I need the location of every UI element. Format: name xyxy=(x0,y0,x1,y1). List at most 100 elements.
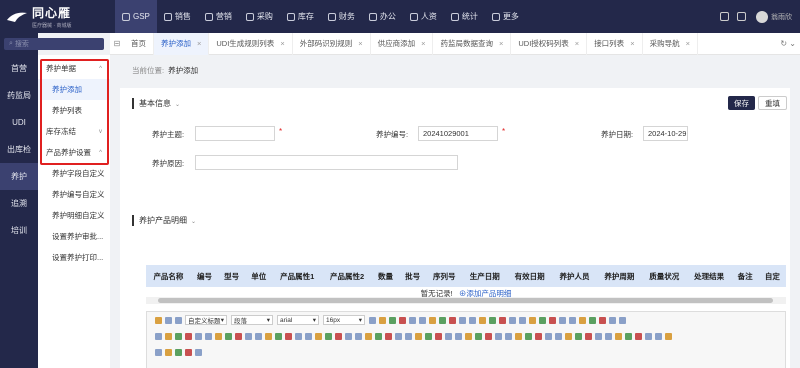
editor-tool-icon[interactable] xyxy=(265,332,272,340)
nav-item-0[interactable]: GSP xyxy=(115,0,157,33)
sidebar-item-4[interactable]: 养护 xyxy=(0,163,38,190)
editor-tool-icon[interactable] xyxy=(385,332,392,340)
close-icon[interactable]: × xyxy=(421,39,425,48)
paragraph-select[interactable]: 段落 ▾ xyxy=(231,315,273,325)
editor-tool-icon[interactable] xyxy=(369,316,376,324)
editor-tool-icon[interactable] xyxy=(235,332,242,340)
date-input[interactable]: 2024-10-29 xyxy=(643,126,688,141)
editor-tool-icon[interactable] xyxy=(175,348,182,356)
editor-tool-icon[interactable] xyxy=(195,332,202,340)
editor-tool-icon[interactable] xyxy=(449,316,456,324)
editor-tool-icon[interactable] xyxy=(275,332,282,340)
editor-tool-icon[interactable] xyxy=(619,316,626,324)
editor-tool-icon[interactable] xyxy=(665,332,672,340)
editor-tool-icon[interactable] xyxy=(185,332,192,340)
editor-tool-icon[interactable] xyxy=(455,332,462,340)
editor-tool-icon[interactable] xyxy=(175,332,182,340)
close-icon[interactable]: × xyxy=(630,39,634,48)
number-input[interactable]: 20241029001 xyxy=(418,126,498,141)
editor-tool-icon[interactable] xyxy=(335,332,342,340)
section-title[interactable]: 基本信息 ⌄ xyxy=(132,98,180,109)
editor-tool-icon[interactable] xyxy=(529,316,536,324)
editor-tool-icon[interactable] xyxy=(165,332,172,340)
tab-2[interactable]: UDI生成规则列表 × xyxy=(209,32,293,55)
editor-tool-icon[interactable] xyxy=(225,332,232,340)
search-input[interactable]: ⌕ 搜索 xyxy=(4,38,104,50)
editor-tool-icon[interactable] xyxy=(605,332,612,340)
tab-0[interactable]: 首页 xyxy=(124,32,154,55)
editor-tool-icon[interactable] xyxy=(155,348,162,356)
editor-tool-icon[interactable] xyxy=(575,332,582,340)
editor-tool-icon[interactable] xyxy=(389,316,396,324)
editor-tool-icon[interactable] xyxy=(479,316,486,324)
close-icon[interactable]: × xyxy=(280,39,284,48)
sidebar-item-1[interactable]: 药监局 xyxy=(0,82,38,109)
submenu-item-5[interactable]: 养护字段自定义 xyxy=(38,163,110,184)
reason-input[interactable] xyxy=(195,155,458,170)
editor-tool-icon[interactable] xyxy=(345,332,352,340)
editor-tool-icon[interactable] xyxy=(495,332,502,340)
sidebar-item-5[interactable]: 追溯 xyxy=(0,190,38,217)
editor-tool-icon[interactable] xyxy=(475,332,482,340)
nav-item-3[interactable]: 采购 xyxy=(239,0,280,33)
editor-tool-icon[interactable] xyxy=(609,316,616,324)
editor-tool-icon[interactable] xyxy=(505,332,512,340)
editor-tool-icon[interactable] xyxy=(545,332,552,340)
editor-tool-icon[interactable] xyxy=(489,316,496,324)
avatar[interactable] xyxy=(756,10,768,23)
editor-tool-icon[interactable] xyxy=(655,332,662,340)
save-button[interactable]: 保存 xyxy=(728,96,755,110)
collapse-icon[interactable]: ⊟ xyxy=(110,39,124,48)
chevron-down-icon[interactable]: ⌄ xyxy=(789,39,796,48)
editor-tool-icon[interactable] xyxy=(485,332,492,340)
editor-tool-icon[interactable] xyxy=(325,332,332,340)
sidebar-item-3[interactable]: 出库检 xyxy=(0,136,38,163)
tab-3[interactable]: 外部码识别规则 × xyxy=(293,32,371,55)
editor-tool-icon[interactable] xyxy=(379,316,386,324)
redo-icon[interactable] xyxy=(175,316,182,324)
editor-tool-icon[interactable] xyxy=(569,316,576,324)
brush-icon[interactable] xyxy=(155,316,162,324)
undo-icon[interactable] xyxy=(165,316,172,324)
editor-tool-icon[interactable] xyxy=(295,332,302,340)
nav-item-7[interactable]: 人资 xyxy=(403,0,444,33)
editor-tool-icon[interactable] xyxy=(595,332,602,340)
editor-tool-icon[interactable] xyxy=(445,332,452,340)
editor-tool-icon[interactable] xyxy=(375,332,382,340)
editor-tool-icon[interactable] xyxy=(245,332,252,340)
editor-tool-icon[interactable] xyxy=(589,316,596,324)
nav-item-5[interactable]: 财务 xyxy=(321,0,362,33)
submenu-item-8[interactable]: 设置养护审批... xyxy=(38,226,110,247)
editor-tool-icon[interactable] xyxy=(539,316,546,324)
editor-tool-icon[interactable] xyxy=(395,332,402,340)
close-icon[interactable]: × xyxy=(197,39,201,48)
tab-1[interactable]: 养护添加 × xyxy=(154,32,210,55)
editor-tool-icon[interactable] xyxy=(535,332,542,340)
editor-tool-icon[interactable] xyxy=(415,332,422,340)
editor-tool-icon[interactable] xyxy=(559,316,566,324)
editor-tool-icon[interactable] xyxy=(305,332,312,340)
close-icon[interactable]: × xyxy=(575,39,579,48)
editor-tool-icon[interactable] xyxy=(515,332,522,340)
editor-tool-icon[interactable] xyxy=(165,348,172,356)
editor-tool-icon[interactable] xyxy=(469,316,476,324)
editor-tool-icon[interactable] xyxy=(215,332,222,340)
editor-tool-icon[interactable] xyxy=(465,332,472,340)
sidebar-item-2[interactable]: UDI xyxy=(0,109,38,136)
editor-tool-icon[interactable] xyxy=(615,332,622,340)
editor-tool-icon[interactable] xyxy=(399,316,406,324)
reset-button[interactable]: 重填 xyxy=(758,96,787,110)
editor-tool-icon[interactable] xyxy=(155,332,162,340)
editor-tool-icon[interactable] xyxy=(365,332,372,340)
close-icon[interactable]: × xyxy=(686,39,690,48)
style-select[interactable]: 自定义标题 ▾ xyxy=(185,315,227,325)
editor-tool-icon[interactable] xyxy=(285,332,292,340)
editor-tool-icon[interactable] xyxy=(425,332,432,340)
nav-item-2[interactable]: 营销 xyxy=(198,0,239,33)
editor-tool-icon[interactable] xyxy=(355,332,362,340)
editor-tool-icon[interactable] xyxy=(579,316,586,324)
nav-item-4[interactable]: 库存 xyxy=(280,0,321,33)
home-icon[interactable] xyxy=(720,12,729,21)
editor-tool-icon[interactable] xyxy=(409,316,416,324)
submenu-item-6[interactable]: 养护编号自定义 xyxy=(38,184,110,205)
